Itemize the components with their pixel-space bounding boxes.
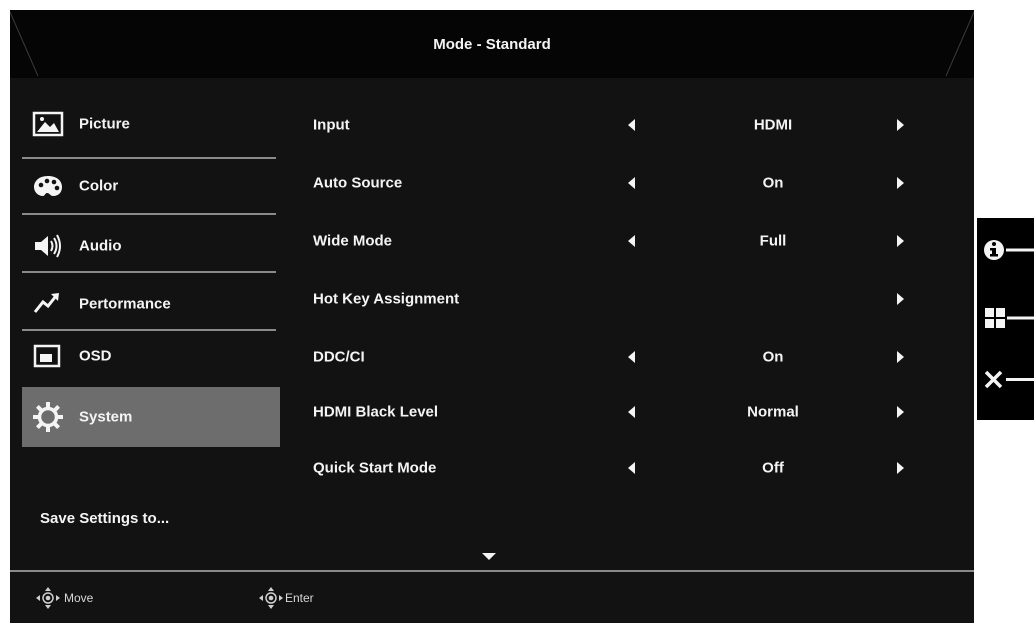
right-arrow-icon[interactable]	[897, 177, 904, 189]
right-arrow-icon[interactable]	[897, 293, 904, 305]
header-bar: Mode - Standard	[10, 10, 974, 78]
setting-name: Wide Mode	[313, 232, 393, 250]
joystick-enter-icon	[259, 587, 283, 609]
setting-name: HDMI Black Level	[313, 403, 439, 421]
page-title: Mode - Standard	[433, 36, 551, 53]
left-arrow-icon[interactable]	[628, 119, 635, 131]
right-arrow-icon[interactable]	[897, 119, 904, 131]
hotkey-close[interactable]	[977, 360, 1034, 400]
left-arrow-icon[interactable]	[628, 351, 635, 363]
setting-value: Off	[762, 459, 784, 477]
right-arrow-icon[interactable]	[897, 351, 904, 363]
osd-menu: Mode - Standard Picture Color Audio Pert…	[10, 10, 974, 623]
left-arrow-icon[interactable]	[628, 462, 635, 474]
setting-row-input[interactable]: Input HDMI	[313, 97, 933, 153]
scroll-down-icon[interactable]	[482, 553, 496, 560]
hotkey-panel	[977, 218, 1034, 420]
setting-value: HDMI	[753, 116, 793, 134]
picture-icon	[32, 111, 64, 137]
right-arrow-icon[interactable]	[897, 462, 904, 474]
left-arrow-icon[interactable]	[628, 235, 635, 247]
info-icon	[984, 240, 1034, 260]
performance-icon	[33, 293, 59, 313]
setting-value: On	[762, 174, 784, 192]
setting-row-wide-mode[interactable]: Wide Mode Full	[313, 213, 933, 269]
sidebar-item-label: Audio	[79, 237, 122, 255]
right-arrow-icon[interactable]	[897, 406, 904, 418]
setting-value: Full	[759, 232, 787, 250]
close-icon	[984, 370, 1034, 389]
grid-icon	[985, 308, 1034, 328]
setting-row-ddc-ci[interactable]: DDC/CI On	[313, 329, 933, 385]
left-arrow-icon[interactable]	[628, 177, 635, 189]
sidebar-item-system[interactable]: System	[22, 387, 280, 447]
setting-row-hdmi-black-level[interactable]: HDMI Black Level Normal	[313, 384, 933, 440]
sidebar-divider	[22, 271, 276, 273]
setting-row-auto-source[interactable]: Auto Source On	[313, 155, 933, 211]
sidebar-item-label: Pertormance	[79, 295, 171, 313]
setting-value: Normal	[747, 403, 799, 421]
sidebar-item-color[interactable]: Color	[22, 157, 280, 215]
setting-name: Quick Start Mode	[313, 459, 437, 477]
sidebar-item-osd[interactable]: OSD	[22, 327, 280, 385]
setting-row-hot-key-assignment[interactable]: Hot Key Assignment	[313, 271, 933, 327]
setting-name: Hot Key Assignment	[313, 290, 460, 308]
setting-value: On	[762, 348, 784, 366]
setting-row-quick-start-mode[interactable]: Quick Start Mode Off	[313, 440, 933, 496]
sidebar-item-performance[interactable]: Pertormance	[22, 275, 280, 333]
setting-name: Input	[313, 116, 350, 134]
footer-enter-label: Enter	[285, 591, 314, 605]
sidebar-item-label: System	[79, 408, 133, 426]
gear-icon	[33, 402, 63, 432]
footer-divider	[10, 570, 974, 572]
sidebar-item-picture[interactable]: Picture	[22, 95, 280, 153]
footer-move-label: Move	[64, 591, 94, 605]
osd-icon	[33, 344, 61, 368]
speaker-icon	[35, 234, 61, 258]
right-arrow-icon[interactable]	[897, 235, 904, 247]
sidebar-divider	[22, 213, 276, 215]
setting-name: Auto Source	[313, 174, 403, 192]
palette-icon	[34, 176, 62, 196]
left-arrow-icon[interactable]	[628, 406, 635, 418]
setting-name: DDC/CI	[313, 348, 365, 366]
sidebar-item-audio[interactable]: Audio	[22, 217, 280, 275]
hotkey-grid[interactable]	[977, 298, 1034, 338]
joystick-move-icon	[36, 587, 60, 609]
sidebar-item-label: Color	[79, 177, 119, 195]
save-settings-item[interactable]: Save Settings to...	[40, 510, 169, 527]
hotkey-info[interactable]	[977, 230, 1034, 270]
sidebar-item-label: OSD	[79, 347, 112, 365]
sidebar-item-label: Picture	[79, 115, 130, 133]
